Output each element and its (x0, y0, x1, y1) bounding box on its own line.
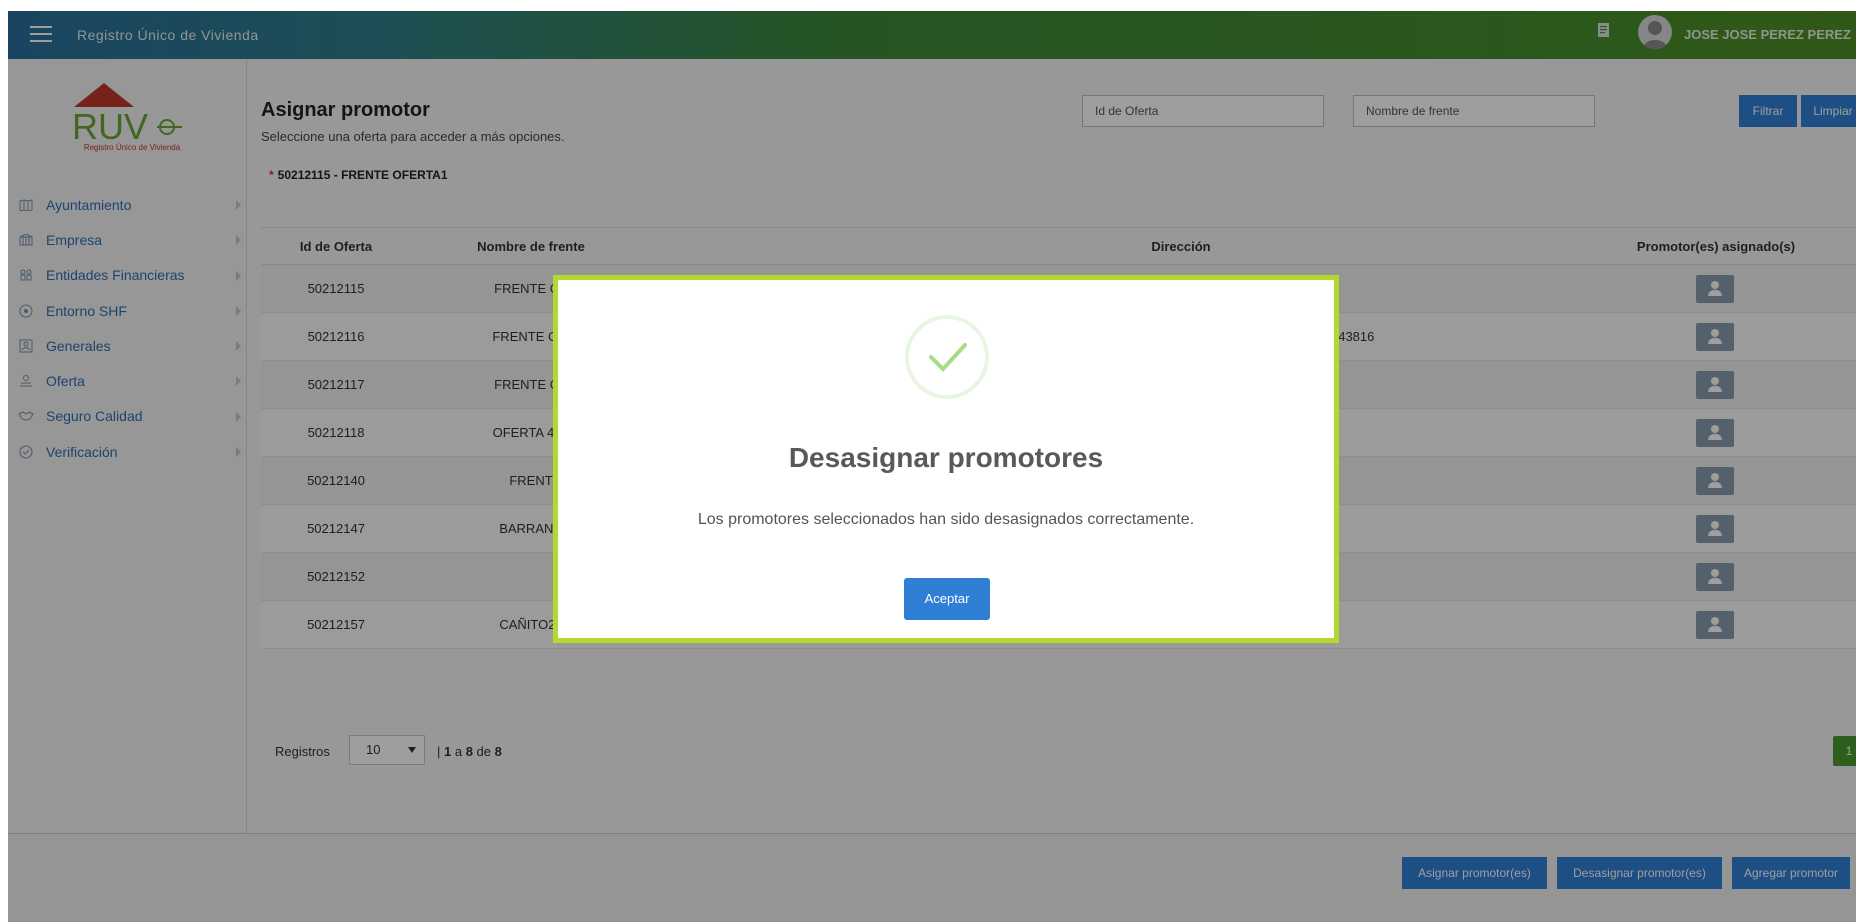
dialog-message: Los promotores seleccionados han sido de… (697, 511, 1195, 528)
accept-button[interactable]: Aceptar (904, 578, 990, 620)
success-circle (905, 315, 989, 399)
checkmark-icon (929, 343, 967, 372)
success-dialog: Desasignar promotores Los promotores sel… (553, 275, 1339, 643)
app-window: Registro Único de Vivienda JOSE JOSE PER… (8, 11, 1856, 922)
dialog-title: Desasignar promotores (788, 442, 1104, 473)
